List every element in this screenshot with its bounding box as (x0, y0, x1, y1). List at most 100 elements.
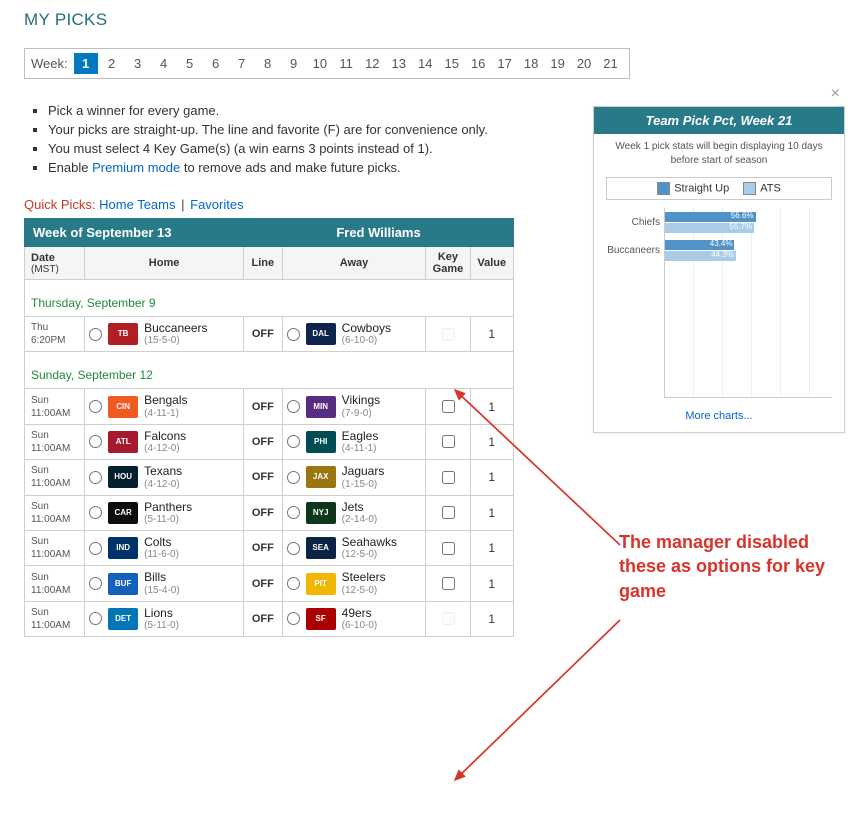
week-10[interactable]: 10 (308, 53, 332, 74)
team-logo: CIN (108, 396, 138, 418)
team-logo: SEA (306, 537, 336, 559)
team-name: Jets (342, 500, 378, 514)
line-value: OFF (244, 424, 283, 459)
pick-home-radio[interactable] (89, 471, 102, 484)
table-title-left: Week of September 13 (25, 219, 244, 247)
team-logo: PHI (306, 431, 336, 453)
team-record: (6-10-0) (342, 335, 391, 347)
pick-away-radio[interactable] (287, 400, 300, 413)
team-record: (1-15-0) (342, 479, 385, 491)
game-row: Sun11:00AMBUFBills(15-4-0)OFFPITSteelers… (25, 566, 514, 601)
team-name: Eagles (342, 429, 379, 443)
team-logo: HOU (108, 466, 138, 488)
line-value: OFF (244, 566, 283, 601)
legend-ats: ATS (743, 182, 781, 195)
team-name: Vikings (342, 393, 380, 407)
week-17[interactable]: 17 (492, 53, 516, 74)
week-21[interactable]: 21 (598, 53, 622, 74)
week-19[interactable]: 19 (545, 53, 569, 74)
pick-home-radio[interactable] (89, 400, 102, 413)
pick-away-radio[interactable] (287, 471, 300, 484)
team-logo: IND (108, 537, 138, 559)
team-record: (5-11-0) (144, 620, 179, 632)
team-logo: NYJ (306, 502, 336, 524)
team-name: Lions (144, 606, 179, 620)
team-logo: BUF (108, 573, 138, 595)
line-value: OFF (244, 601, 283, 636)
week-4[interactable]: 4 (152, 53, 176, 74)
chart-category-label: Chiefs (600, 208, 660, 236)
week-18[interactable]: 18 (519, 53, 543, 74)
week-16[interactable]: 16 (466, 53, 490, 74)
week-5[interactable]: 5 (178, 53, 202, 74)
col-away: Away (282, 247, 426, 280)
pick-home-radio[interactable] (89, 506, 102, 519)
chart-bar-label: 43.4% (710, 239, 733, 248)
team-record: (5-11-0) (144, 514, 192, 526)
game-time: Sun11:00AM (25, 495, 85, 530)
quick-picks-label: Quick Picks: (24, 197, 96, 212)
team-name: Seahawks (342, 535, 397, 549)
week-3[interactable]: 3 (126, 53, 150, 74)
pick-home-radio[interactable] (89, 328, 102, 341)
quick-home-teams[interactable]: Home Teams (99, 197, 175, 212)
game-row: Sun11:00AMINDColts(11-6-0)OFFSEASeahawks… (25, 530, 514, 565)
team-record: (4-11-1) (342, 443, 379, 455)
week-11[interactable]: 11 (334, 53, 358, 74)
pick-home-radio[interactable] (89, 577, 102, 590)
pick-away-radio[interactable] (287, 328, 300, 341)
week-7[interactable]: 7 (230, 53, 254, 74)
pick-home-radio[interactable] (89, 435, 102, 448)
week-9[interactable]: 9 (282, 53, 306, 74)
team-name: 49ers (342, 606, 378, 620)
more-charts-link[interactable]: More charts... (594, 402, 844, 432)
pick-away-radio[interactable] (287, 435, 300, 448)
pick-away-radio[interactable] (287, 542, 300, 555)
chart-legend: Straight Up ATS (606, 177, 832, 200)
game-value: 1 (470, 566, 513, 601)
close-icon[interactable]: × (831, 85, 840, 103)
key-game-checkbox[interactable] (442, 400, 455, 413)
chart-panel: × Team Pick Pct, Week 21 Week 1 pick sta… (593, 106, 845, 433)
pick-home-radio[interactable] (89, 542, 102, 555)
week-2[interactable]: 2 (100, 53, 124, 74)
week-label: Week: (31, 56, 68, 71)
line-value: OFF (244, 389, 283, 424)
col-value: Value (470, 247, 513, 280)
key-game-checkbox[interactable] (442, 577, 455, 590)
week-12[interactable]: 12 (360, 53, 384, 74)
line-value: OFF (244, 495, 283, 530)
game-value: 1 (470, 601, 513, 636)
key-game-checkbox[interactable] (442, 542, 455, 555)
team-record: (7-9-0) (342, 408, 380, 420)
week-6[interactable]: 6 (204, 53, 228, 74)
game-row: Sun11:00AMDETLions(5-11-0)OFFSF49ers(6-1… (25, 601, 514, 636)
chart-bar: 56.6% (665, 212, 756, 222)
pick-home-radio[interactable] (89, 612, 102, 625)
week-14[interactable]: 14 (413, 53, 437, 74)
premium-mode-link[interactable]: Premium mode (92, 160, 180, 175)
team-record: (15-5-0) (144, 335, 207, 347)
team-name: Panthers (144, 500, 192, 514)
pick-away-radio[interactable] (287, 506, 300, 519)
key-game-checkbox[interactable] (442, 435, 455, 448)
week-15[interactable]: 15 (439, 53, 463, 74)
key-game-checkbox[interactable] (442, 506, 455, 519)
week-8[interactable]: 8 (256, 53, 280, 74)
legend-su: Straight Up (657, 182, 729, 195)
pick-away-radio[interactable] (287, 577, 300, 590)
week-13[interactable]: 13 (387, 53, 411, 74)
pick-away-radio[interactable] (287, 612, 300, 625)
game-time: Sun11:00AM (25, 389, 85, 424)
team-logo: MIN (306, 396, 336, 418)
week-1[interactable]: 1 (74, 53, 98, 74)
week-20[interactable]: 20 (572, 53, 596, 74)
game-time: Sun11:00AM (25, 424, 85, 459)
chart-category-label: Buccaneers (600, 236, 660, 264)
key-game-checkbox[interactable] (442, 471, 455, 484)
team-logo: SF (306, 608, 336, 630)
game-value: 1 (470, 495, 513, 530)
quick-favorites[interactable]: Favorites (190, 197, 243, 212)
line-value: OFF (244, 460, 283, 495)
team-logo: DET (108, 608, 138, 630)
